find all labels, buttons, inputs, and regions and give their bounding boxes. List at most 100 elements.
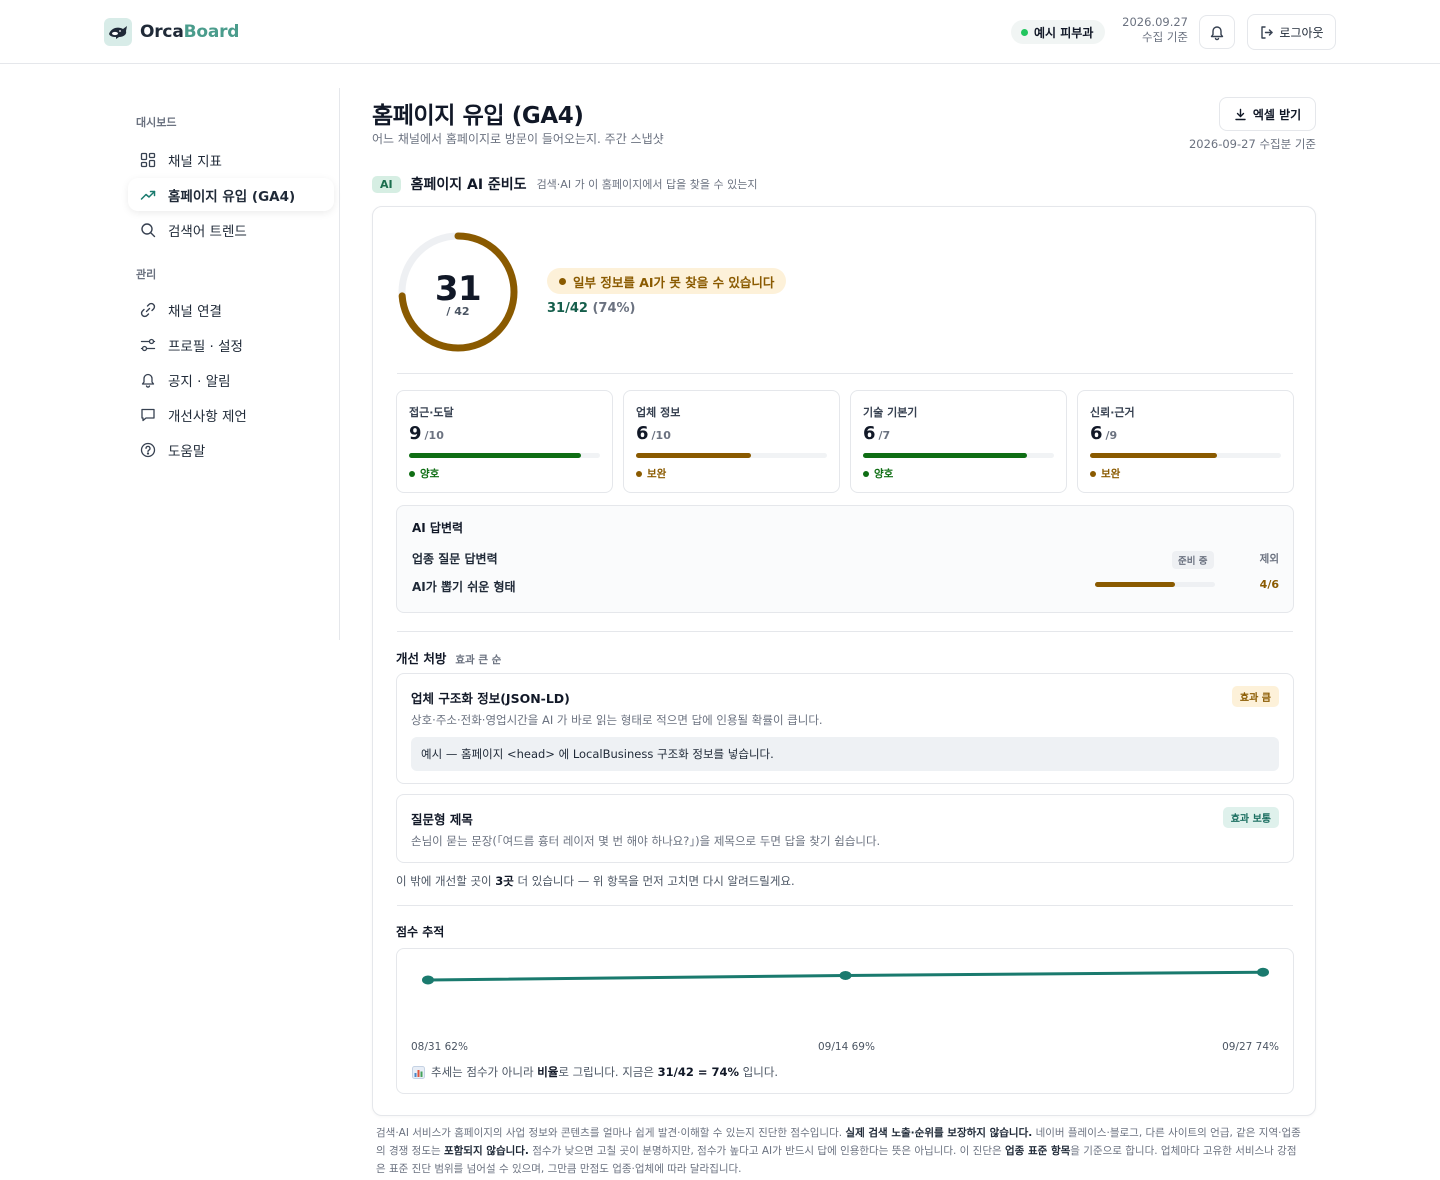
ai-answer-panel: AI 답변력 업종 질문 답변력 준비 중 제외 AI가 뽑기 쉬운 형태 4/… xyxy=(396,505,1294,613)
link-icon xyxy=(140,302,156,317)
answer-row-label: AI가 뽑기 쉬운 형태 xyxy=(412,580,516,594)
prescription-card[interactable]: 질문형 제목 효과 보통 손님이 묻는 문장(「여드름 흉터 레이저 몇 번 해… xyxy=(396,794,1294,863)
metric-progress-track xyxy=(1090,453,1281,458)
metric-value: 6/7 xyxy=(863,423,890,444)
sidebar-item-search-trends[interactable]: 검색어 트렌드 xyxy=(128,213,334,246)
notification-button[interactable] xyxy=(1199,15,1235,49)
sidebar-item-label: 홈페이지 유입 (GA4) xyxy=(168,188,296,205)
clinic-selector[interactable]: 예시 피부과 xyxy=(1011,20,1106,44)
trend-note-text: 로 그립니다. 지금은 xyxy=(558,1065,658,1079)
trend-icon xyxy=(140,190,156,200)
metric-max: /10 xyxy=(651,429,671,442)
sidebar-section-manage: 관리 xyxy=(136,268,157,281)
disclaimer-bold: 포함되지 않습니다. xyxy=(443,1145,529,1157)
clinic-name: 예시 피부과 xyxy=(1034,25,1094,40)
ai-answer-title: AI 답변력 xyxy=(412,521,464,535)
brand-name-part2: Board xyxy=(183,22,240,42)
metric-status-label: 양호 xyxy=(874,468,894,480)
warning-badge: 일부 정보를 AI가 못 찾을 수 있습니다 xyxy=(547,268,787,294)
more-note-text: 이 밖에 개선할 곳이 xyxy=(396,874,496,888)
sidebar-item-help[interactable]: 도움말 xyxy=(128,433,334,466)
metric-label: 업체 정보 xyxy=(636,406,681,419)
metric-progress-track xyxy=(409,453,600,458)
trend-point-09-27[interactable] xyxy=(1257,967,1269,977)
trend-tick-label: 09/14 69% xyxy=(818,1041,875,1053)
metric-status-label: 보완 xyxy=(647,468,667,480)
metric-status: 보완 xyxy=(1090,466,1120,481)
trend-note-text: 추세는 점수가 아니라 xyxy=(431,1065,538,1079)
logout-button[interactable]: 로그아웃 xyxy=(1247,14,1336,50)
readiness-title: 홈페이지 AI 준비도 xyxy=(410,177,527,193)
excel-download-button[interactable]: 엑셀 받기 xyxy=(1219,97,1316,131)
metric-progress-fill xyxy=(863,453,1027,458)
score-ratio-main: 31/42 xyxy=(547,301,588,316)
collect-date-value: 2026.09.27 xyxy=(1122,15,1188,29)
bell-icon xyxy=(141,373,155,388)
metric-value: 6/10 xyxy=(636,423,671,444)
prescription-description: 상호·주소·전화·영업시간을 AI 가 바로 읽는 형태로 적으면 답에 인용될… xyxy=(411,713,823,727)
sidebar-item-profile-settings[interactable]: 프로필 · 설정 xyxy=(128,328,334,361)
metric-label: 기술 기본기 xyxy=(863,406,918,419)
metric-status: 양호 xyxy=(409,466,439,481)
metric-card-access: 접근·도달 9/10 양호 xyxy=(396,390,613,493)
sidebar-item-label: 채널 지표 xyxy=(168,153,222,170)
metric-card-business-info: 업체 정보 6/10 보완 xyxy=(623,390,840,493)
trend-note-bold: 31/42 = 74% xyxy=(657,1065,740,1079)
metric-progress-fill xyxy=(636,453,751,458)
orca-logo-icon xyxy=(104,18,132,46)
disclaimer-text: 점수가 낮으면 고칠 곳이 분명하지만, 점수가 높다고 AI가 반드시 답에 … xyxy=(528,1145,1005,1157)
status-dot-icon xyxy=(636,470,642,477)
sidebar-item-channel-link[interactable]: 채널 연결 xyxy=(128,293,334,326)
divider xyxy=(397,905,1293,906)
status-dot-icon xyxy=(1090,470,1096,477)
readiness-card: 31 / 42 일부 정보를 AI가 못 찾을 수 있습니다 31/42 (74… xyxy=(372,206,1316,1116)
grid-icon xyxy=(140,152,156,167)
trend-chart-panel: 08/31 62% 09/14 69% 09/27 74% 추세는 점수가 아니… xyxy=(396,948,1294,1094)
score-ratio: 31/42 (74%) xyxy=(547,301,635,316)
preparing-badge: 준비 중 xyxy=(1172,551,1214,569)
trend-title: 점수 추적 xyxy=(396,925,445,939)
sidebar-item-channel-metrics[interactable]: 채널 지표 xyxy=(128,143,334,176)
bar-chart-icon xyxy=(412,1065,425,1079)
metric-max: /10 xyxy=(424,429,444,442)
ai-tag: AI xyxy=(372,175,401,193)
prescription-example: 예시 — 홈페이지 <head> 에 LocalBusiness 구조화 정보를… xyxy=(411,737,1279,771)
metric-score: 9 xyxy=(409,423,422,444)
readiness-description: 검색·AI 가 이 홈페이지에서 답을 찾을 수 있는지 xyxy=(536,178,758,191)
prescription-card[interactable]: 업체 구조화 정보(JSON-LD) 효과 큼 상호·주소·전화·영업시간을 A… xyxy=(396,673,1294,784)
metric-progress-track xyxy=(636,453,827,458)
metric-max: /9 xyxy=(1105,429,1118,442)
metric-progress-track xyxy=(863,453,1054,458)
metric-status: 보완 xyxy=(636,466,666,481)
metric-value: 6/9 xyxy=(1090,423,1117,444)
download-icon xyxy=(1235,108,1246,120)
metric-score: 6 xyxy=(863,423,876,444)
trend-point-08-31[interactable] xyxy=(422,975,434,985)
disclaimer: 검색·AI 서비스가 홈페이지의 사업 정보와 콘텐츠를 얼마나 쉽게 발견·이… xyxy=(376,1124,1306,1178)
metric-progress-fill xyxy=(409,453,581,458)
sidebar-item-label: 채널 연결 xyxy=(168,303,222,320)
answer-row-label: 업종 질문 답변력 xyxy=(412,552,498,566)
trend-point-09-14[interactable] xyxy=(839,970,852,980)
brand-logo[interactable]: OrcaBoard xyxy=(104,18,239,46)
score-value: 31 xyxy=(434,269,482,309)
disclaimer-bold: 업종 표준 항목 xyxy=(1005,1145,1071,1157)
sidebar-item-suggestions[interactable]: 개선사항 제언 xyxy=(128,398,334,431)
sidebar-item-label: 개선사항 제언 xyxy=(168,408,247,425)
trend-tick-label: 09/27 74% xyxy=(1222,1041,1279,1053)
prescription-title: 업체 구조화 정보(JSON-LD) xyxy=(411,691,570,706)
answer-row-value: 제외 xyxy=(1259,553,1279,565)
score-ratio-percent: (74%) xyxy=(592,301,636,316)
trend-note-text: 입니다. xyxy=(739,1065,779,1079)
metric-card-tech-basics: 기술 기본기 6/7 양호 xyxy=(850,390,1067,493)
disclaimer-text: 검색·AI 서비스가 홈페이지의 사업 정보와 콘텐츠를 얼마나 쉽게 발견·이… xyxy=(376,1127,846,1139)
prescriptions-sort: 효과 큰 순 xyxy=(455,654,502,666)
sidebar-item-homepage-ga4[interactable]: 홈페이지 유입 (GA4) xyxy=(128,178,334,211)
sliders-icon xyxy=(140,338,156,351)
sidebar-item-label: 검색어 트렌드 xyxy=(168,223,247,240)
sidebar-item-notices[interactable]: 공지 · 알림 xyxy=(128,363,334,396)
metric-max: /7 xyxy=(878,429,891,442)
help-icon xyxy=(140,442,156,457)
readiness-section-header: AI 홈페이지 AI 준비도 검색·AI 가 이 홈페이지에서 답을 찾을 수 … xyxy=(372,174,757,194)
metric-label: 접근·도달 xyxy=(409,406,454,419)
